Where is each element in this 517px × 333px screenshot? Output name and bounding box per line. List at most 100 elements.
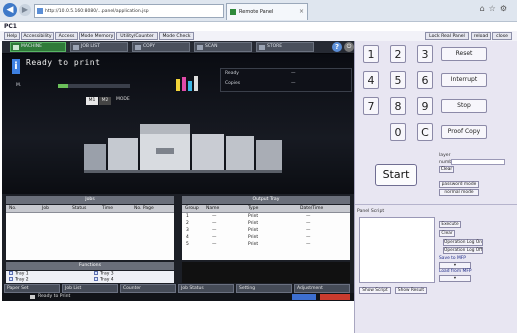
page-title: PC1 — [4, 23, 17, 30]
col-name: Name — [206, 206, 220, 211]
menu-mode-memory[interactable]: Mode Memory — [79, 32, 115, 40]
functions-header: Functions — [6, 262, 174, 270]
memory-label: M. — [16, 83, 22, 88]
normal-mode-button[interactable]: normal mode — [439, 189, 479, 196]
table-row[interactable]: 1— Print — — [182, 214, 350, 220]
address-bar[interactable]: http://10.0.5.160:8080/...panel/applicat… — [34, 4, 224, 18]
status-bar: Ready to Print — [2, 293, 354, 301]
printer-status-icon — [30, 295, 35, 299]
panel-script-label: Panel Script — [357, 209, 385, 214]
tab-copy-label: COPY — [143, 44, 156, 49]
alert-icon — [320, 294, 350, 300]
menu-help[interactable]: Help — [4, 32, 20, 40]
table-row[interactable]: 3— Print — — [182, 228, 350, 234]
show-script-button[interactable]: Show Script — [359, 287, 391, 294]
power-icon[interactable]: ⏻ — [344, 42, 354, 52]
key-9[interactable]: 9 — [417, 97, 433, 115]
key-8[interactable]: 8 — [390, 97, 406, 115]
operation-log-off-button[interactable]: Operation Log Off — [443, 247, 483, 254]
softkey-setting[interactable]: Setting — [236, 284, 292, 293]
toner-levels — [176, 75, 218, 91]
close-button[interactable]: close — [492, 32, 512, 40]
list-header: Group Name Type Date/Time — [182, 205, 350, 213]
show-result-button[interactable]: Show Result — [395, 287, 427, 294]
counter-value: — — [291, 81, 296, 86]
help-icon[interactable]: ? — [332, 42, 342, 52]
col-time: Time — [102, 206, 114, 211]
function-item[interactable]: Tray 2 — [9, 277, 29, 283]
save-select[interactable]: ▾ — [439, 262, 471, 269]
key-3[interactable]: 3 — [417, 45, 433, 63]
function-item[interactable]: Tray 4 — [94, 277, 114, 283]
table-row[interactable]: 2— Print — — [182, 221, 350, 227]
back-arrow-icon[interactable]: ◀ — [3, 3, 17, 17]
stop-button[interactable]: Stop — [441, 99, 487, 113]
printer-illustration — [84, 124, 282, 173]
proof-copy-button[interactable]: Proof Copy — [441, 125, 487, 139]
col-no: No. — [9, 206, 17, 211]
key-7[interactable]: 7 — [363, 97, 379, 115]
info-icon: i — [12, 59, 20, 74]
execute-button[interactable]: Execute — [439, 221, 461, 228]
panel-script-textarea[interactable] — [359, 217, 435, 283]
key-6[interactable]: 6 — [417, 71, 433, 89]
load-select[interactable]: ▾ — [439, 275, 471, 282]
menu-bar: Help Accessibility Access Mode Memory Ut… — [0, 31, 517, 41]
password-mode-button[interactable]: password mode — [439, 181, 479, 188]
clear-script-button[interactable]: Clear — [439, 230, 455, 237]
softkey-paper-set[interactable]: Paper Set — [4, 284, 60, 293]
output-tray-list[interactable]: Group Name Type Date/Time 1— Print — 2— Pri… — [182, 205, 350, 260]
counter-box: Ready — Copies — — [220, 68, 352, 92]
key-4[interactable]: 4 — [363, 71, 379, 89]
tab-copy[interactable]: COPY — [132, 42, 190, 52]
tab-job-list[interactable]: JOB LIST — [70, 42, 128, 52]
reload-button[interactable]: reload — [471, 32, 491, 40]
lock-real-panel-button[interactable]: Lock Real Panel — [425, 32, 469, 40]
menu-access[interactable]: Access — [55, 32, 78, 40]
checkbox-icon — [9, 271, 13, 275]
key-2[interactable]: 2 — [390, 45, 406, 63]
machine-status-area: i Ready to print Ready — Copies — M. M1 … — [2, 54, 354, 194]
col-status: Status — [72, 206, 87, 211]
table-row[interactable]: 5— Print — — [182, 242, 350, 248]
output-tray-header: Output Tray — [182, 196, 350, 204]
softkey-adjustment[interactable]: Adjustment — [294, 284, 350, 293]
menu-utility-counter[interactable]: Utility/Counter — [116, 32, 158, 40]
reset-button[interactable]: Reset — [441, 47, 487, 61]
job-list-icon — [73, 45, 79, 50]
memory-fill — [58, 84, 69, 88]
table-row[interactable]: 4— Print — — [182, 235, 350, 241]
number-input[interactable] — [451, 159, 505, 165]
window-controls[interactable]: ⌂☆⚙ — [480, 4, 511, 13]
key-0[interactable]: 0 — [390, 123, 406, 141]
list-header: No. Job Status Time No. Page — [6, 205, 174, 213]
functions-panel: Tray 1 Tray 2 Tray 3 Tray 4 — [6, 271, 174, 283]
tab-store[interactable]: STORE — [256, 42, 314, 52]
key-clear[interactable]: C — [417, 123, 433, 141]
menu-accessibility[interactable]: Accessibility — [21, 32, 54, 40]
counter-label: Copies — [225, 81, 241, 86]
ready-message: Ready to print — [26, 58, 101, 67]
active-job-list[interactable]: No. Job Status Time No. Page — [6, 205, 174, 260]
forward-arrow-icon[interactable]: ▶ — [19, 4, 31, 16]
key-5[interactable]: 5 — [390, 71, 406, 89]
soft-key-bar: Paper Set Job List Counter Job Status Se… — [2, 284, 354, 293]
toner-cyan — [188, 81, 192, 91]
checkbox-icon — [9, 277, 13, 281]
tab-scan[interactable]: SCAN — [194, 42, 252, 52]
memory-bar — [58, 84, 130, 88]
operation-log-on-button[interactable]: Operation Log On — [443, 239, 483, 246]
tab-machine[interactable]: MACHINE — [10, 42, 66, 52]
softkey-job-list[interactable]: Job List — [62, 284, 118, 293]
interrupt-button[interactable]: Interrupt — [441, 73, 487, 87]
close-tab-icon[interactable]: × — [299, 4, 304, 20]
mode-label: MODE — [116, 97, 130, 102]
key-1[interactable]: 1 — [363, 45, 379, 63]
browser-tab[interactable]: Remote Panel × — [226, 3, 308, 20]
softkey-job-status[interactable]: Job Status — [178, 284, 234, 293]
tab-job-list-label: JOB LIST — [81, 44, 100, 49]
clear-number-button[interactable]: Clear — [439, 166, 454, 173]
softkey-counter[interactable]: Counter — [120, 284, 176, 293]
start-button[interactable]: Start — [375, 164, 417, 186]
menu-mode-check[interactable]: Mode Check — [159, 32, 194, 40]
